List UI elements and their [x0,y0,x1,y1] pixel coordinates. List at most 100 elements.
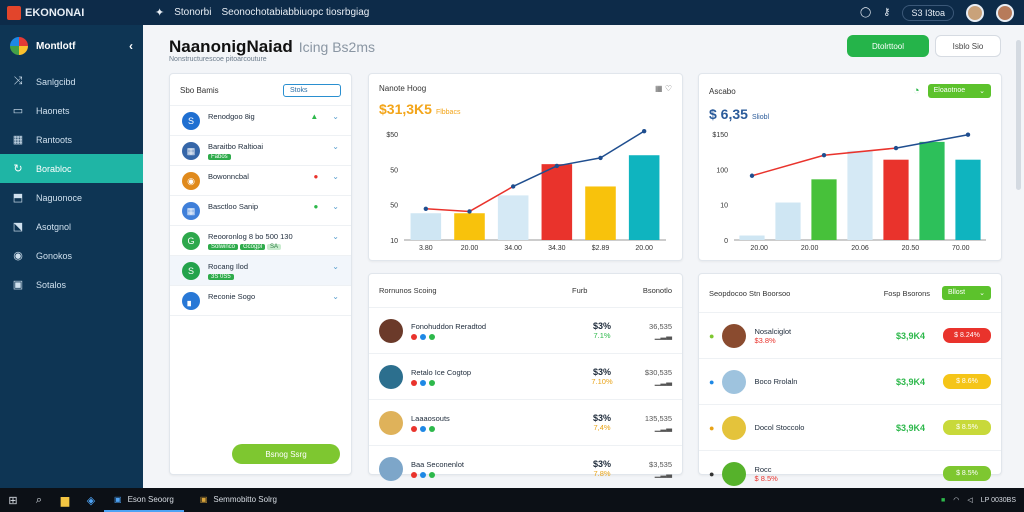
list-item-tags: 3S 0S5 [208,271,318,280]
trend-line-segment [425,208,470,213]
scrollbar[interactable] [1016,40,1021,190]
table-row[interactable]: ● Docol Stoccolo $3,9K4 $ 8.5% [699,404,1001,450]
status-dot-icon [411,333,417,340]
search-label[interactable]: Stonorbi [174,7,211,18]
status-dot-icon [411,471,417,478]
tray-wifi-icon[interactable]: ◠ [953,496,959,504]
folder-icon[interactable]: ▆ [52,494,78,507]
row-num-value: $3,535 [649,459,672,469]
row-info: Docol Stoccolo [754,423,875,432]
key-icon[interactable]: ⚷ [883,7,890,18]
list-item-icon: ▦ [182,202,200,220]
tray-sound-icon[interactable]: ◁ [967,496,972,504]
sidebar-item-4[interactable]: ⬒ Naguonoce [0,183,143,212]
x-tick-label: 34.30 [548,245,566,252]
table1-col1: Furb [572,286,588,295]
row-name: Rocc [754,464,772,474]
table-row[interactable]: ● Boco Rrolaln $3,9K4 $ 8.6% [699,358,1001,404]
row-status-icon: ● [709,422,715,433]
sidebar-item-1[interactable]: ▭ Haonets [0,96,143,125]
avatar-secondary[interactable] [996,3,1014,22]
trend-point [893,145,899,151]
row-avatar [722,323,747,348]
sidebar-item-3[interactable]: ↻ Borabloc [0,154,143,183]
list-item[interactable]: ◉ Bowonncbal ● ⌄ [170,166,351,196]
row-pct: 7.1% [593,331,611,340]
app-logo[interactable]: EKONONAI [0,5,143,20]
row-status-icon: ● [709,468,715,479]
taskbar-search-icon[interactable]: ⌕ [26,494,52,507]
secondary-button[interactable]: Isblo Sio [935,35,1001,57]
row-num: 36,535 ▁▂▃ [632,322,672,340]
bar [739,235,765,240]
list-item-meta: Bowonncbal [208,172,305,181]
taskbar-app-1[interactable]: ▣ Eson Seoorg [104,488,184,512]
list-item[interactable]: ▦ Basctloo Sanip ● ⌄ [170,196,351,226]
status-pill[interactable]: S3 I3toa [902,4,954,21]
status-dot-icon [420,425,426,432]
table-row[interactable]: Laaaosouts $3% 7,4% 135,535 ▁▂▃ [369,399,682,445]
chevron-down-icon[interactable]: ⌄ [332,262,339,271]
collapse-icon[interactable]: ‹ [129,39,133,53]
row-chart-icon: ▁▂▃ [654,330,672,340]
chevron-down-icon[interactable]: ⌄ [332,172,339,181]
sidebar-item-icon: ▭ [12,105,24,117]
chevron-down-icon[interactable]: ⌄ [332,202,339,211]
list-item[interactable]: S Rocang Ilod 3S 0S5 ⌄ [170,256,351,286]
chevron-down-icon[interactable]: ⌄ [332,142,339,151]
row-badge[interactable]: $ 8.24% [943,328,991,343]
tray-green-icon[interactable]: ■ [941,497,945,504]
chevron-down-icon[interactable]: ⌄ [332,112,339,121]
store-icon[interactable]: ◈ [78,494,104,507]
list-item-title: Reconie Sogo [208,292,256,301]
sidebar-item-2[interactable]: ▦ Rantoots [0,125,143,154]
status-dot-icon [411,379,417,386]
table-row[interactable]: ● Nosalciglot $3.8% $3,9K4 $ 8.24% [699,312,1001,358]
chart2-dropdown[interactable]: Eloaotnoe ⌄ [927,84,991,98]
avatar[interactable] [966,3,984,22]
list-filter-dropdown[interactable]: Stoks [283,84,341,97]
list-item[interactable]: S Renodgoo 8ig ▲ ⌄ [170,106,351,136]
chart1-menu-icon[interactable]: ▦ ♡ [655,84,672,93]
row-avatar [379,410,403,435]
refresh-icon[interactable]: ◔ [913,85,920,97]
list-item[interactable]: ▖ Reconie Sogo ⌄ [170,286,351,316]
row-avatar [722,415,747,440]
list-item-tag: 3S 0S5 [208,274,234,280]
row-pct: 7.10% [591,377,613,386]
primary-button[interactable]: Dtolrttool [847,35,929,57]
list-item-meta: Renodgoo 8ig [208,112,302,121]
taskbar-app-2[interactable]: ▣ Semmobitto Solrg [190,488,287,512]
bell-icon[interactable]: ◯ [860,7,871,18]
chevron-down-icon[interactable]: ⌄ [332,232,339,241]
clock[interactable]: LP 0030BS [981,497,1016,504]
table2-button[interactable]: Bllost ⌄ [942,286,991,300]
sidebar-item-7[interactable]: ▣ Sotalos [0,270,143,299]
bar [955,159,981,240]
list-item-meta: Rocang Ilod 3S 0S5 [208,262,318,280]
row-badge[interactable]: $ 8.5% [943,420,991,435]
row-badge[interactable]: $ 8.5% [943,466,991,481]
row-badge[interactable]: $ 8.6% [943,374,991,389]
row-status-icon: ● [709,376,715,387]
sidebar-item-label: Asotgnol [36,221,72,232]
start-icon[interactable]: ⊞ [0,494,26,507]
sidebar-item-5[interactable]: ⬔ Asotgnol [0,212,143,241]
row-name: Boco Rrolaln [754,377,798,386]
table-row[interactable]: Fonohuddon Reradtod $3% 7.1% 36,535 ▁▂▃ [369,307,682,353]
sidebar-item-0[interactable]: ⤨ Sanlgcibd [0,67,143,96]
row-avatar [722,461,747,486]
search-icon[interactable]: ✦ [155,6,164,19]
list-item[interactable]: ▦ Baraitbo Raltioai Fabos ⌄ [170,136,351,166]
chevron-down-icon[interactable]: ⌄ [332,292,339,301]
list-action-button[interactable]: Bsnog Ssrg [232,444,340,464]
list-item-title: Reooronlog 8 bo 500 130 [208,232,293,241]
list-item[interactable]: G Reooronlog 8 bo 500 130 Solwinco Gcogpl SA… [170,226,351,256]
trend-point [749,173,755,178]
sidebar-item-6[interactable]: ◉ Gonokos [0,241,143,270]
list-item-badge: ● [313,202,319,211]
y-tick-label: 10 [390,238,398,245]
table-row[interactable]: Retalo Ice Cogtop $3% 7.10% $30,535 ▁▂▃ [369,353,682,399]
y-tick-label: 100 [716,167,728,174]
table-row[interactable]: Baa Seconenlot $3% 7.8% $3,535 ▁▂▃ [369,445,682,491]
